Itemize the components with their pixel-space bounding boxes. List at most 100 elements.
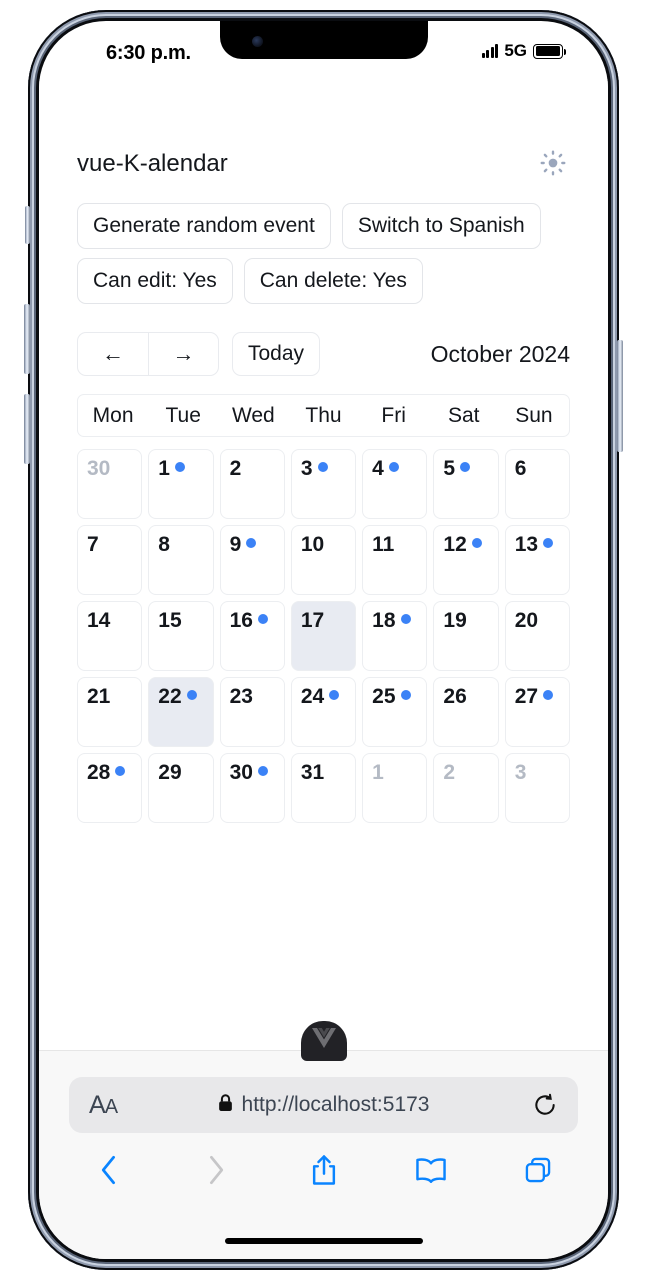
day-cell[interactable]: 18 [362, 601, 428, 672]
day-cell[interactable]: 27 [504, 677, 570, 748]
vue-logo-icon [311, 1028, 336, 1053]
day-cell[interactable]: 3 [504, 753, 570, 824]
generate-random-event-button[interactable]: Generate random event [77, 203, 331, 250]
web-page-content: vue-K-alendar Generate random event Swit… [39, 79, 608, 1050]
sun-icon [540, 150, 566, 179]
day-cell[interactable]: 2 [433, 753, 499, 824]
back-button[interactable] [87, 1149, 131, 1193]
browser-toolbar [39, 1133, 608, 1193]
tabs-button[interactable] [516, 1149, 560, 1193]
control-button-row-2: Can edit: Yes Can delete: Yes [77, 258, 570, 305]
day-cell[interactable]: 30 [219, 753, 285, 824]
url-text: http://localhost:5173 [241, 1093, 430, 1116]
day-number: 12 [443, 533, 467, 557]
day-number: 24 [300, 685, 325, 709]
day-cell[interactable]: 30 [77, 449, 143, 520]
day-cell[interactable]: 19 [433, 601, 499, 672]
weekday-label-mon: Mon [92, 403, 134, 427]
day-cell[interactable]: 4 [362, 449, 428, 520]
day-number: 21 [87, 685, 111, 709]
day-number: 30 [87, 457, 111, 481]
day-cell[interactable]: 31 [290, 753, 357, 824]
next-month-button[interactable]: → [148, 332, 219, 377]
reload-button[interactable] [532, 1092, 558, 1118]
day-cell[interactable]: 24 [290, 677, 357, 748]
weekday-label-thu: Thu [305, 403, 342, 427]
event-dot-icon [115, 766, 126, 777]
day-cell[interactable]: 1 [148, 449, 214, 520]
mute-switch-button[interactable] [25, 206, 30, 244]
event-dot-icon [388, 462, 399, 473]
event-dot-icon [257, 614, 268, 625]
day-cell[interactable]: 20 [504, 601, 570, 672]
home-indicator [224, 1238, 423, 1244]
weekday-label-sun: Sun [515, 403, 553, 427]
event-dot-icon [174, 462, 185, 473]
day-number: 29 [158, 761, 182, 785]
volume-up-button[interactable] [24, 304, 30, 374]
day-number: 2 [229, 457, 242, 481]
app-header: vue-K-alendar [39, 79, 608, 181]
day-cell[interactable]: 25 [362, 677, 428, 748]
day-cell[interactable]: 6 [504, 449, 570, 520]
status-indicators: 5G [481, 41, 566, 60]
weekday-label-tue: Tue [165, 403, 201, 427]
day-cell[interactable]: 22 [148, 677, 214, 748]
day-cell[interactable]: 21 [77, 677, 143, 748]
day-number: 7 [87, 533, 99, 557]
day-cell[interactable]: 26 [433, 677, 499, 748]
previous-month-button[interactable]: ← [77, 332, 148, 377]
weekday-label-wed: Wed [231, 403, 275, 427]
day-number: 22 [158, 685, 182, 709]
bookmarks-button[interactable] [409, 1149, 453, 1193]
today-button[interactable]: Today [232, 332, 321, 377]
day-cell[interactable]: 3 [290, 449, 357, 520]
day-cell[interactable]: 8 [148, 525, 214, 596]
day-cell[interactable]: 28 [77, 753, 143, 824]
day-cell[interactable]: 15 [148, 601, 214, 672]
day-cell[interactable]: 5 [433, 449, 499, 520]
volume-down-button[interactable] [24, 394, 30, 464]
day-cell[interactable]: 1 [362, 753, 428, 824]
book-icon [415, 1156, 447, 1187]
day-cell[interactable]: 16 [219, 601, 285, 672]
event-dot-icon [329, 690, 340, 701]
day-number: 19 [443, 609, 467, 633]
day-number: 3 [514, 761, 527, 785]
day-cell[interactable]: 7 [77, 525, 143, 596]
day-cell[interactable]: 12 [433, 525, 499, 596]
day-cell[interactable]: 2 [219, 449, 285, 520]
event-dot-icon [317, 462, 328, 473]
day-cell[interactable]: 14 [77, 601, 143, 672]
day-number: 27 [514, 685, 539, 709]
day-cell[interactable]: 9 [219, 525, 285, 596]
safari-browser-bar: AA http://localhost:5173 [39, 1050, 608, 1259]
day-number: 28 [87, 761, 111, 785]
day-cell[interactable]: 10 [290, 525, 357, 596]
vue-logo-badge [300, 1021, 347, 1061]
day-number: 16 [229, 609, 253, 633]
can-edit-toggle-button[interactable]: Can edit: Yes [77, 258, 233, 305]
control-buttons: Generate random event Switch to Spanish … [39, 181, 608, 305]
day-cell[interactable]: 29 [148, 753, 214, 824]
phone-screen: 6:30 p.m. 5G vue-K-alendar Generate rand… [39, 21, 608, 1259]
share-button[interactable] [302, 1149, 346, 1193]
url-bar[interactable]: AA http://localhost:5173 [69, 1077, 578, 1133]
switch-language-button[interactable]: Switch to Spanish [341, 203, 541, 250]
event-dot-icon [257, 766, 268, 777]
day-cell[interactable]: 13 [504, 525, 570, 596]
day-cell[interactable]: 11 [362, 525, 428, 596]
font-size-button[interactable]: AA [89, 1091, 118, 1120]
can-delete-toggle-button[interactable]: Can delete: Yes [243, 258, 423, 305]
month-arrow-group: ← → [77, 332, 219, 377]
day-cell[interactable]: 17 [290, 601, 357, 672]
forward-button[interactable] [194, 1149, 238, 1193]
day-number: 11 [372, 533, 395, 557]
day-cell[interactable]: 23 [219, 677, 285, 748]
front-camera-icon [251, 36, 263, 47]
weekday-header: Mon Tue Wed Thu Fri Sat Sun [77, 394, 570, 438]
day-number: 25 [372, 685, 396, 709]
theme-toggle-button[interactable] [536, 147, 570, 181]
power-button[interactable] [617, 340, 623, 452]
day-number: 1 [158, 457, 170, 481]
